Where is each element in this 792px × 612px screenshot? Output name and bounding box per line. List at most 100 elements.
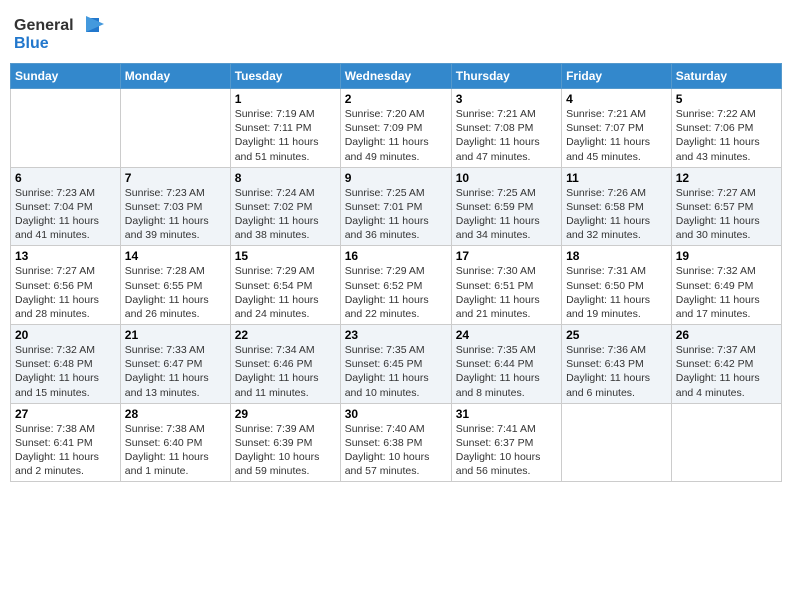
day-cell: 2Sunrise: 7:20 AM Sunset: 7:09 PM Daylig… (340, 89, 451, 168)
day-number: 2 (345, 92, 447, 106)
calendar-table: SundayMondayTuesdayWednesdayThursdayFrid… (10, 63, 782, 482)
day-number: 28 (125, 407, 226, 421)
day-number: 23 (345, 328, 447, 342)
day-cell: 15Sunrise: 7:29 AM Sunset: 6:54 PM Dayli… (230, 246, 340, 325)
day-number: 16 (345, 249, 447, 263)
day-number: 26 (676, 328, 777, 342)
day-info: Sunrise: 7:28 AM Sunset: 6:55 PM Dayligh… (125, 264, 226, 321)
day-number: 3 (456, 92, 557, 106)
day-cell: 24Sunrise: 7:35 AM Sunset: 6:44 PM Dayli… (451, 325, 561, 404)
day-info: Sunrise: 7:37 AM Sunset: 6:42 PM Dayligh… (676, 343, 777, 400)
day-number: 4 (566, 92, 667, 106)
day-cell: 3Sunrise: 7:21 AM Sunset: 7:08 PM Daylig… (451, 89, 561, 168)
weekday-wednesday: Wednesday (340, 64, 451, 89)
day-info: Sunrise: 7:25 AM Sunset: 7:01 PM Dayligh… (345, 186, 447, 243)
day-cell: 13Sunrise: 7:27 AM Sunset: 6:56 PM Dayli… (11, 246, 121, 325)
day-cell: 8Sunrise: 7:24 AM Sunset: 7:02 PM Daylig… (230, 167, 340, 246)
day-number: 10 (456, 171, 557, 185)
day-number: 1 (235, 92, 336, 106)
page-header: General Blue (10, 10, 782, 55)
day-number: 29 (235, 407, 336, 421)
calendar-body: 1Sunrise: 7:19 AM Sunset: 7:11 PM Daylig… (11, 89, 782, 482)
day-info: Sunrise: 7:31 AM Sunset: 6:50 PM Dayligh… (566, 264, 667, 321)
week-row-2: 6Sunrise: 7:23 AM Sunset: 7:04 PM Daylig… (11, 167, 782, 246)
day-info: Sunrise: 7:34 AM Sunset: 6:46 PM Dayligh… (235, 343, 336, 400)
day-info: Sunrise: 7:27 AM Sunset: 6:57 PM Dayligh… (676, 186, 777, 243)
day-info: Sunrise: 7:21 AM Sunset: 7:08 PM Dayligh… (456, 107, 557, 164)
weekday-monday: Monday (120, 64, 230, 89)
day-cell: 31Sunrise: 7:41 AM Sunset: 6:37 PM Dayli… (451, 403, 561, 482)
day-info: Sunrise: 7:39 AM Sunset: 6:39 PM Dayligh… (235, 422, 336, 479)
weekday-header-row: SundayMondayTuesdayWednesdayThursdayFrid… (11, 64, 782, 89)
day-info: Sunrise: 7:35 AM Sunset: 6:45 PM Dayligh… (345, 343, 447, 400)
day-cell: 28Sunrise: 7:38 AM Sunset: 6:40 PM Dayli… (120, 403, 230, 482)
day-cell: 18Sunrise: 7:31 AM Sunset: 6:50 PM Dayli… (562, 246, 672, 325)
day-cell: 10Sunrise: 7:25 AM Sunset: 6:59 PM Dayli… (451, 167, 561, 246)
svg-text:Blue: Blue (14, 35, 49, 52)
day-info: Sunrise: 7:26 AM Sunset: 6:58 PM Dayligh… (566, 186, 667, 243)
day-cell: 1Sunrise: 7:19 AM Sunset: 7:11 PM Daylig… (230, 89, 340, 168)
day-number: 24 (456, 328, 557, 342)
day-number: 31 (456, 407, 557, 421)
weekday-sunday: Sunday (11, 64, 121, 89)
day-number: 15 (235, 249, 336, 263)
day-cell: 12Sunrise: 7:27 AM Sunset: 6:57 PM Dayli… (671, 167, 781, 246)
day-info: Sunrise: 7:38 AM Sunset: 6:41 PM Dayligh… (15, 422, 116, 479)
day-number: 30 (345, 407, 447, 421)
day-number: 22 (235, 328, 336, 342)
day-cell: 27Sunrise: 7:38 AM Sunset: 6:41 PM Dayli… (11, 403, 121, 482)
day-cell: 25Sunrise: 7:36 AM Sunset: 6:43 PM Dayli… (562, 325, 672, 404)
weekday-friday: Friday (562, 64, 672, 89)
day-info: Sunrise: 7:20 AM Sunset: 7:09 PM Dayligh… (345, 107, 447, 164)
day-cell: 29Sunrise: 7:39 AM Sunset: 6:39 PM Dayli… (230, 403, 340, 482)
day-number: 25 (566, 328, 667, 342)
day-number: 14 (125, 249, 226, 263)
day-cell: 7Sunrise: 7:23 AM Sunset: 7:03 PM Daylig… (120, 167, 230, 246)
day-cell: 14Sunrise: 7:28 AM Sunset: 6:55 PM Dayli… (120, 246, 230, 325)
day-number: 5 (676, 92, 777, 106)
week-row-5: 27Sunrise: 7:38 AM Sunset: 6:41 PM Dayli… (11, 403, 782, 482)
day-cell: 23Sunrise: 7:35 AM Sunset: 6:45 PM Dayli… (340, 325, 451, 404)
day-number: 12 (676, 171, 777, 185)
day-cell (671, 403, 781, 482)
day-cell: 9Sunrise: 7:25 AM Sunset: 7:01 PM Daylig… (340, 167, 451, 246)
day-number: 11 (566, 171, 667, 185)
logo: General Blue (14, 10, 104, 55)
day-info: Sunrise: 7:33 AM Sunset: 6:47 PM Dayligh… (125, 343, 226, 400)
day-cell: 16Sunrise: 7:29 AM Sunset: 6:52 PM Dayli… (340, 246, 451, 325)
day-cell: 26Sunrise: 7:37 AM Sunset: 6:42 PM Dayli… (671, 325, 781, 404)
day-info: Sunrise: 7:27 AM Sunset: 6:56 PM Dayligh… (15, 264, 116, 321)
day-number: 21 (125, 328, 226, 342)
day-number: 8 (235, 171, 336, 185)
day-cell: 6Sunrise: 7:23 AM Sunset: 7:04 PM Daylig… (11, 167, 121, 246)
day-cell: 30Sunrise: 7:40 AM Sunset: 6:38 PM Dayli… (340, 403, 451, 482)
logo-svg: General Blue (14, 10, 104, 55)
day-info: Sunrise: 7:30 AM Sunset: 6:51 PM Dayligh… (456, 264, 557, 321)
weekday-thursday: Thursday (451, 64, 561, 89)
day-cell: 19Sunrise: 7:32 AM Sunset: 6:49 PM Dayli… (671, 246, 781, 325)
day-info: Sunrise: 7:32 AM Sunset: 6:49 PM Dayligh… (676, 264, 777, 321)
week-row-4: 20Sunrise: 7:32 AM Sunset: 6:48 PM Dayli… (11, 325, 782, 404)
day-number: 20 (15, 328, 116, 342)
weekday-tuesday: Tuesday (230, 64, 340, 89)
svg-text:General: General (14, 17, 74, 34)
day-info: Sunrise: 7:19 AM Sunset: 7:11 PM Dayligh… (235, 107, 336, 164)
day-number: 17 (456, 249, 557, 263)
day-number: 6 (15, 171, 116, 185)
week-row-3: 13Sunrise: 7:27 AM Sunset: 6:56 PM Dayli… (11, 246, 782, 325)
day-number: 18 (566, 249, 667, 263)
day-number: 13 (15, 249, 116, 263)
day-info: Sunrise: 7:36 AM Sunset: 6:43 PM Dayligh… (566, 343, 667, 400)
day-info: Sunrise: 7:29 AM Sunset: 6:52 PM Dayligh… (345, 264, 447, 321)
day-info: Sunrise: 7:21 AM Sunset: 7:07 PM Dayligh… (566, 107, 667, 164)
day-cell: 21Sunrise: 7:33 AM Sunset: 6:47 PM Dayli… (120, 325, 230, 404)
week-row-1: 1Sunrise: 7:19 AM Sunset: 7:11 PM Daylig… (11, 89, 782, 168)
day-number: 19 (676, 249, 777, 263)
day-info: Sunrise: 7:29 AM Sunset: 6:54 PM Dayligh… (235, 264, 336, 321)
weekday-saturday: Saturday (671, 64, 781, 89)
day-info: Sunrise: 7:38 AM Sunset: 6:40 PM Dayligh… (125, 422, 226, 479)
day-cell: 17Sunrise: 7:30 AM Sunset: 6:51 PM Dayli… (451, 246, 561, 325)
day-number: 7 (125, 171, 226, 185)
day-info: Sunrise: 7:41 AM Sunset: 6:37 PM Dayligh… (456, 422, 557, 479)
day-cell (11, 89, 121, 168)
